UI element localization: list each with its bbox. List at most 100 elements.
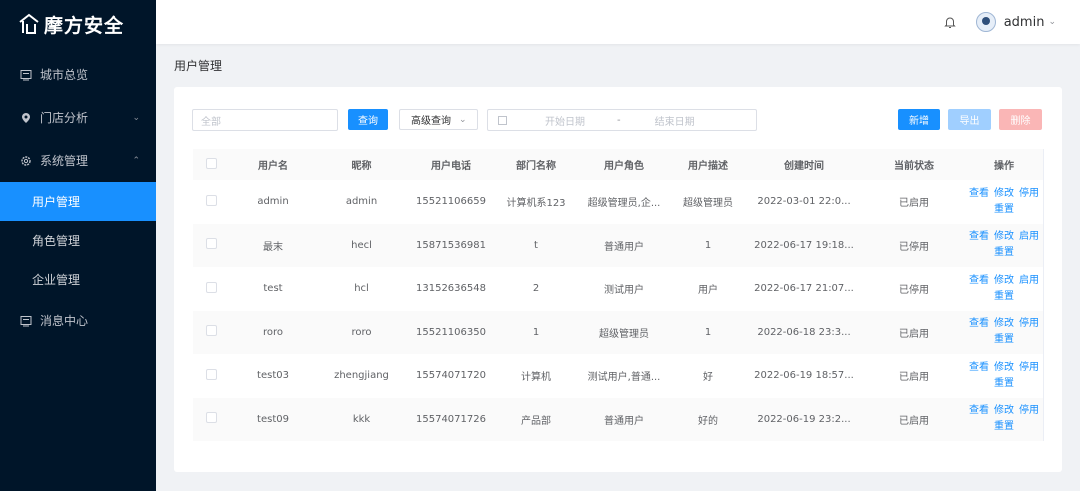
cell-dept: t	[534, 239, 538, 251]
end-date-field[interactable]: 结束日期	[655, 113, 695, 128]
start-date-field[interactable]: 开始日期	[545, 113, 585, 128]
cell-status: 已启用	[899, 415, 929, 427]
edit-link[interactable]: 修改	[994, 360, 1014, 376]
cell-nickname: roro	[351, 326, 372, 338]
row-actions: 查看 修改 停用 重置	[964, 316, 1044, 348]
export-button[interactable]: 导出	[948, 109, 991, 130]
bell-icon[interactable]	[944, 15, 958, 29]
sidebar-item-city-overview[interactable]: 城市总览	[0, 53, 156, 96]
row-checkbox[interactable]	[205, 281, 217, 293]
delete-button[interactable]: 删除	[999, 109, 1042, 130]
sidebar-subitem-role-management[interactable]: 角色管理	[0, 221, 156, 260]
cell-desc: 超级管理员	[683, 198, 733, 210]
column-header: 创建时间	[784, 161, 824, 172]
add-button[interactable]: 新增	[898, 109, 940, 130]
sidebar-subitem-label: 用户管理	[32, 195, 81, 209]
select-all-checkbox[interactable]	[205, 157, 217, 169]
view-link[interactable]: 查看	[969, 316, 989, 332]
column-header: 部门名称	[516, 161, 556, 172]
edit-link[interactable]: 修改	[994, 229, 1014, 245]
advanced-query-button[interactable]: 高级查询 ⌄	[399, 109, 478, 130]
avatar[interactable]	[975, 12, 996, 32]
message-icon	[20, 315, 32, 327]
row-checkbox[interactable]	[205, 368, 217, 380]
toggle-status-link[interactable]: 停用	[1019, 316, 1039, 332]
column-header: 用户角色	[604, 161, 644, 172]
row-actions-line: 查看 修改 启用	[969, 229, 1039, 245]
reset-link[interactable]: 重置	[994, 376, 1014, 392]
chevron-down-icon[interactable]: ⌄	[1048, 17, 1056, 27]
gear-icon	[20, 155, 32, 167]
table-header-row: 用户名 昵称 用户电话 部门名称 用户角色 用户描述 创建时间 当前状态 操作	[193, 149, 1044, 180]
chevron-down-icon: ⌄	[132, 112, 140, 123]
reset-link[interactable]: 重置	[994, 419, 1014, 435]
sidebar-subitem-user-management[interactable]: 用户管理	[0, 182, 156, 221]
cell-status: 已启用	[899, 198, 929, 210]
column-header: 用户电话	[431, 161, 471, 172]
cell-role: 普通用户	[604, 415, 644, 427]
column-header: 当前状态	[894, 161, 934, 172]
calendar-icon	[498, 115, 507, 125]
cell-username: 最末	[263, 241, 283, 253]
sidebar-subitem-label: 企业管理	[32, 273, 81, 287]
sidebar-subitem-enterprise-management[interactable]: 企业管理	[0, 260, 156, 299]
table-scrollbar[interactable]	[1043, 149, 1044, 441]
cell-role: 测试用户,普通...	[587, 372, 661, 384]
row-checkbox[interactable]	[205, 325, 217, 337]
reset-link[interactable]: 重置	[994, 332, 1014, 348]
cell-username: admin	[257, 196, 289, 208]
table-body: admin admin 15521106659 计算机系123 超级管理员,企... 超级…	[193, 180, 1044, 441]
sidebar-item-message-center[interactable]: 消息中心	[0, 299, 156, 342]
row-checkbox[interactable]	[205, 194, 217, 206]
edit-link[interactable]: 修改	[994, 403, 1014, 419]
toggle-status-link[interactable]: 停用	[1019, 186, 1039, 202]
cell-nickname: admin	[345, 196, 378, 208]
view-link[interactable]: 查看	[969, 186, 989, 202]
cell-status: 已启用	[899, 372, 929, 384]
edit-link[interactable]: 修改	[994, 316, 1014, 332]
sidebar-item-label: 消息中心	[40, 314, 89, 328]
row-select-cell	[193, 238, 229, 252]
row-checkbox[interactable]	[205, 412, 217, 424]
row-actions: 查看 修改 停用 重置	[964, 360, 1044, 392]
search-input[interactable]: 全部	[192, 109, 338, 131]
edit-link[interactable]: 修改	[994, 273, 1014, 289]
user-name[interactable]: admin	[1004, 15, 1045, 30]
view-link[interactable]: 查看	[969, 360, 989, 376]
cell-created: 2022-06-19 18:57...	[754, 370, 854, 382]
cell-role: 测试用户	[604, 285, 644, 297]
cell-phone: 15521106350	[416, 326, 486, 338]
sidebar-item-store-analysis[interactable]: 门店分析 ⌄	[0, 96, 156, 139]
toggle-status-link[interactable]: 启用	[1019, 273, 1039, 289]
column-header: 用户描述	[688, 161, 728, 172]
toggle-status-link[interactable]: 停用	[1019, 403, 1039, 419]
table-row: test03 zhengjiang 15574071720 计算机 测试用户,普通...…	[193, 354, 1044, 398]
toggle-status-link[interactable]: 启用	[1019, 229, 1039, 245]
view-link[interactable]: 查看	[969, 229, 989, 245]
main-card: 全部 查询 高级查询 ⌄ 开始日期 - 结束日期 新增 导出 删除 用户名 昵称…	[174, 87, 1062, 472]
date-range-picker[interactable]: 开始日期 - 结束日期	[487, 109, 757, 131]
cell-phone: 15521106659	[416, 196, 486, 208]
query-button[interactable]: 查询	[348, 109, 388, 130]
reset-link[interactable]: 重置	[994, 245, 1014, 261]
row-select-cell	[193, 281, 229, 296]
cell-created: 2022-06-18 23:3...	[757, 326, 851, 338]
row-checkbox[interactable]	[205, 238, 217, 250]
cell-dept: 2	[532, 283, 540, 295]
reset-link[interactable]: 重置	[994, 289, 1014, 305]
view-link[interactable]: 查看	[969, 273, 989, 289]
toggle-status-link[interactable]: 停用	[1019, 360, 1039, 376]
sidebar-item-system-management[interactable]: 系统管理 ⌃	[0, 139, 156, 182]
row-actions-line: 查看 修改 停用	[969, 403, 1039, 419]
chevron-up-icon: ⌃	[132, 155, 140, 166]
view-link[interactable]: 查看	[969, 403, 989, 419]
cell-created: 2022-06-19 23:2...	[757, 413, 851, 425]
cell-status: 已停用	[899, 241, 929, 253]
cell-created: 2022-03-01 22:0...	[757, 196, 851, 208]
reset-link[interactable]: 重置	[994, 202, 1014, 218]
cell-actions: 查看 修改 停用 重置	[964, 186, 1044, 218]
user-table: 用户名 昵称 用户电话 部门名称 用户角色 用户描述 创建时间 当前状态 操作 …	[193, 149, 1044, 441]
cell-role: 超级管理员	[599, 328, 649, 340]
cell-role: 普通用户	[604, 241, 644, 253]
edit-link[interactable]: 修改	[994, 186, 1014, 202]
